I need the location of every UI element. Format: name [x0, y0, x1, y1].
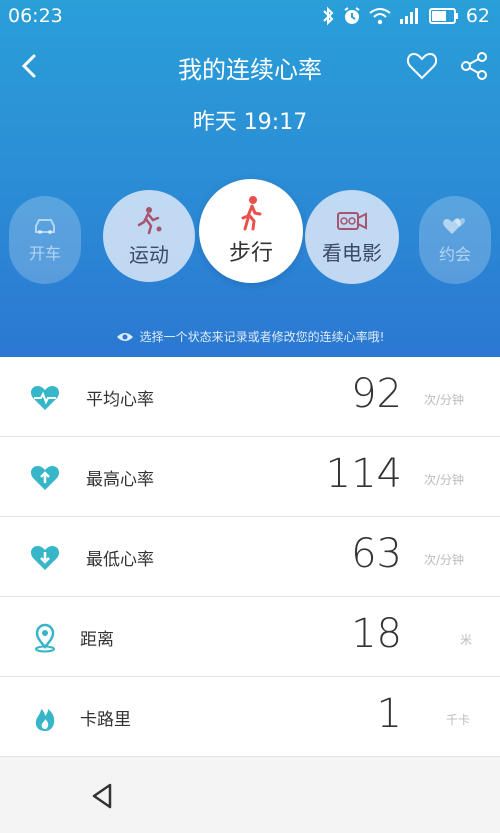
stats-list: 平均心率 92 次/分钟 最高心率 114 次/分钟 最低心率 63 次/分钟 …	[0, 357, 500, 757]
battery-icon	[428, 8, 458, 24]
mode-movie[interactable]: 看电影	[305, 190, 399, 284]
stat-unit: 千卡	[446, 713, 471, 727]
stat-row-min: 最低心率 63 次/分钟	[0, 517, 500, 597]
heart-down-icon	[30, 546, 60, 570]
stat-unit: 次/分钟	[424, 553, 465, 567]
stat-label: 卡路里	[80, 710, 131, 730]
heart-up-icon	[30, 466, 60, 490]
stat-label: 最低心率	[86, 550, 154, 570]
stat-value: 18	[351, 611, 402, 657]
battery-level: 62	[465, 5, 490, 27]
signal-icon	[399, 8, 418, 24]
stat-label: 平均心率	[86, 390, 154, 410]
mode-movie-label: 看电影	[322, 240, 382, 265]
heart-pulse-icon	[30, 386, 60, 410]
stat-row-distance: 距离 18 米	[0, 597, 500, 677]
stat-label: 最高心率	[86, 470, 154, 490]
stat-value: 114	[325, 451, 402, 497]
eye-icon	[116, 332, 133, 341]
status-time: 06:23	[8, 5, 63, 27]
status-icons: 62	[321, 5, 490, 27]
mode-date-label: 约会	[438, 245, 471, 264]
walking-icon	[241, 196, 262, 231]
system-nav-bar	[0, 757, 500, 833]
triangle-back-icon	[92, 783, 112, 809]
stat-unit: 米	[460, 633, 473, 647]
stat-value: 63	[351, 531, 402, 577]
hint: 选择一个状态来记录或者修改您的连续心率哦!	[0, 328, 500, 345]
nav-back-button[interactable]	[88, 781, 118, 811]
stat-row-calories: 卡路里 1 千卡	[0, 677, 500, 757]
heart-icon	[406, 52, 438, 80]
mode-walk-label: 步行	[228, 241, 273, 266]
stat-label: 距离	[80, 630, 114, 650]
header: 06:23 62 我的连续心率 昨天 19:17 开车 运动 步行 看电影 约会…	[0, 0, 500, 357]
share-icon	[461, 52, 487, 80]
mode-date[interactable]: 约会	[419, 196, 491, 284]
wifi-icon	[369, 8, 391, 25]
title-row: 我的连续心率	[0, 44, 500, 88]
alarm-icon	[344, 7, 360, 24]
bluetooth-icon	[323, 6, 334, 26]
stat-value: 1	[376, 691, 402, 737]
stat-value: 92	[351, 371, 402, 417]
share-button[interactable]	[456, 48, 492, 84]
stat-row-max: 最高心率 114 次/分钟	[0, 437, 500, 517]
record-time: 昨天 19:17	[192, 110, 308, 135]
exercise-icon	[137, 206, 162, 234]
location-icon	[35, 623, 55, 653]
favorite-button[interactable]	[404, 48, 440, 84]
mode-drive[interactable]: 开车	[9, 196, 81, 284]
hint-text: 选择一个状态来记录或者修改您的连续心率哦!	[139, 330, 385, 344]
stat-unit: 次/分钟	[424, 393, 465, 407]
mode-sport-label: 运动	[129, 242, 169, 267]
mode-drive-label: 开车	[28, 244, 61, 263]
stat-unit: 次/分钟	[424, 473, 465, 487]
status-bar: 06:23 62	[0, 0, 500, 34]
mode-walk[interactable]: 步行	[199, 179, 303, 283]
stat-row-average: 平均心率 92 次/分钟	[0, 357, 500, 437]
mode-sport[interactable]: 运动	[103, 190, 195, 282]
flame-icon	[35, 709, 55, 731]
hearts-icon	[443, 218, 466, 234]
car-icon	[35, 219, 55, 234]
movie-camera-icon	[337, 211, 367, 230]
